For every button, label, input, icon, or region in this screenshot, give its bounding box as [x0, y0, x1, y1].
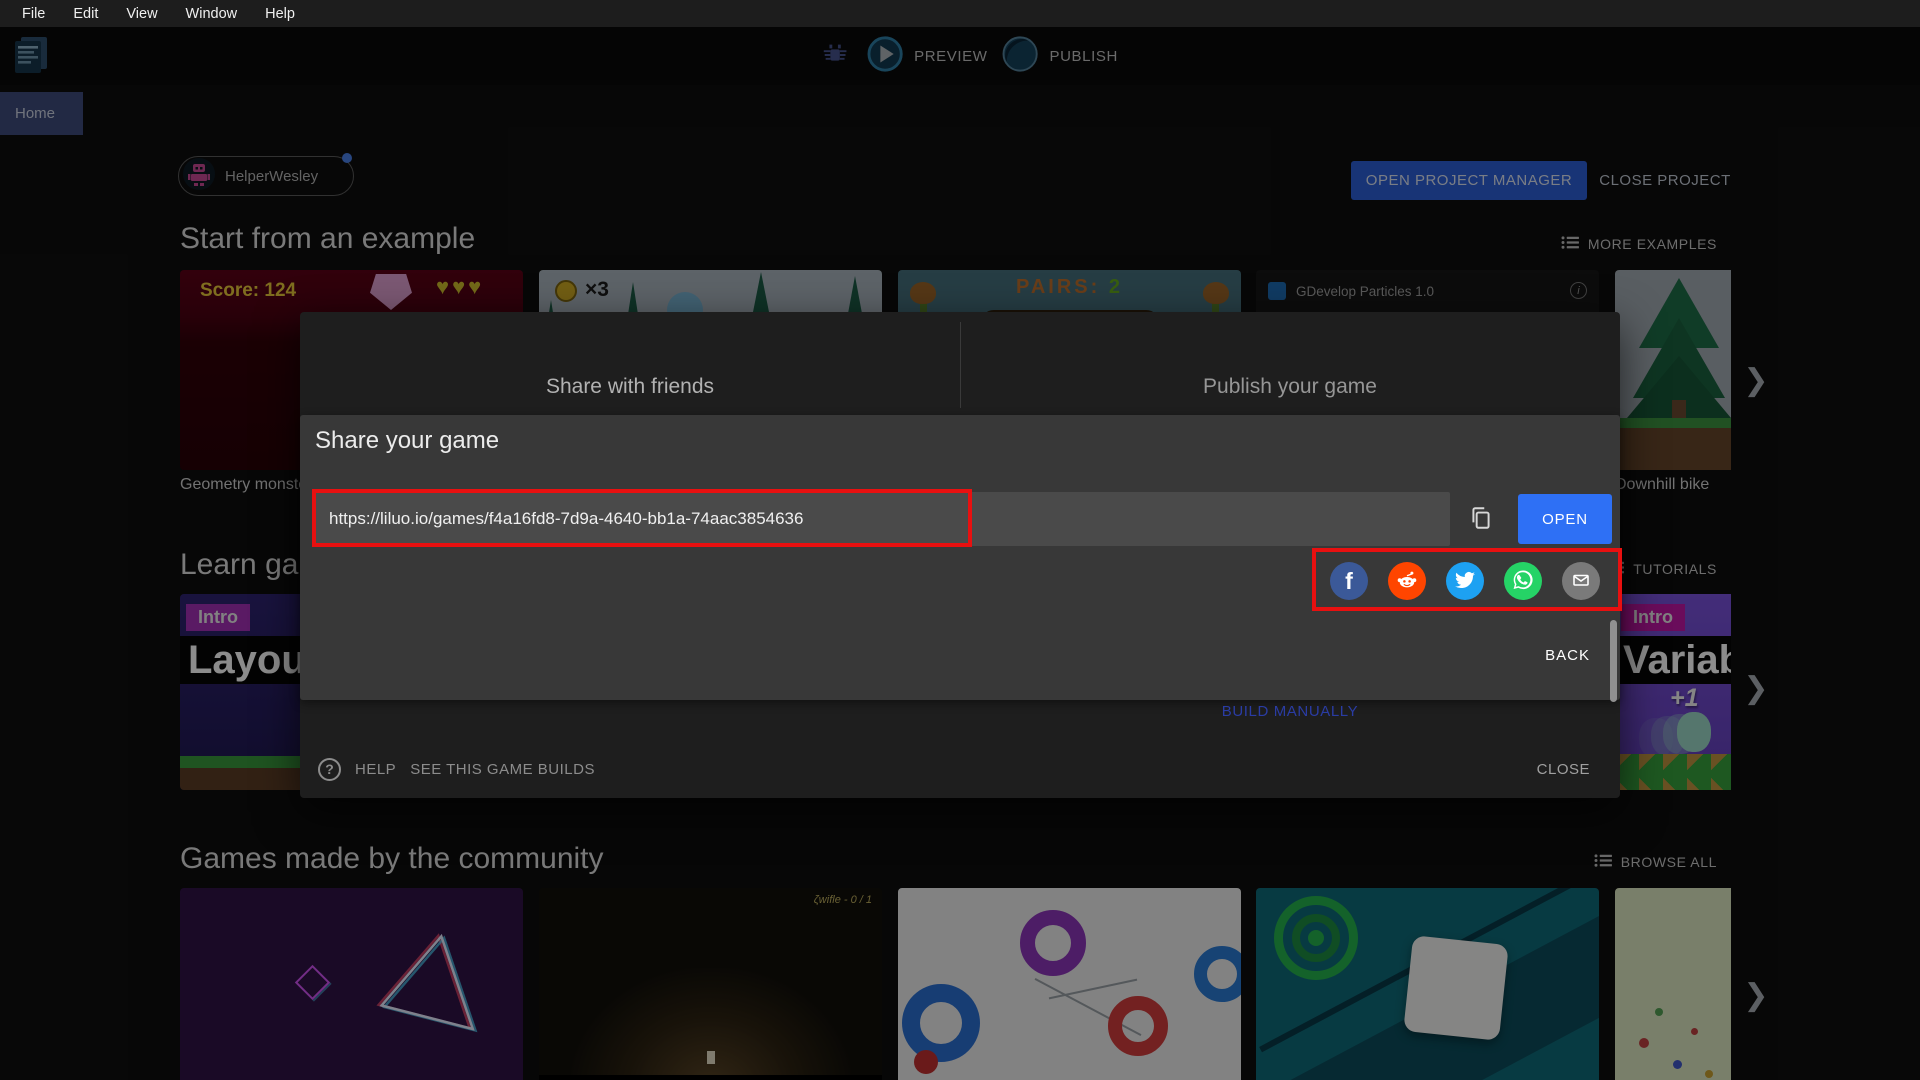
dialog-actions-bar: ? HELP SEE THIS GAME BUILDS CLOSE — [300, 740, 1620, 798]
copy-icon — [1468, 505, 1494, 534]
back-button[interactable]: BACK — [1545, 647, 1590, 664]
twitter-share-button[interactable] — [1446, 562, 1484, 600]
social-share-row: f — [1330, 562, 1600, 600]
help-icon: ? — [318, 757, 341, 781]
menu-view[interactable]: View — [112, 6, 171, 22]
close-dialog-button[interactable]: CLOSE — [1537, 761, 1590, 778]
see-game-builds-button[interactable]: SEE THIS GAME BUILDS — [410, 761, 595, 778]
facebook-share-button[interactable]: f — [1330, 562, 1368, 600]
menubar: File Edit View Window Help — [0, 0, 1920, 27]
whatsapp-icon — [1511, 568, 1535, 595]
share-panel: Share your game OPEN f — [300, 415, 1620, 700]
tab-share-with-friends[interactable]: Share with friends — [300, 312, 960, 415]
dialog-scrollbar-thumb[interactable] — [1610, 620, 1617, 702]
reddit-icon — [1395, 568, 1419, 595]
tab-publish-your-game[interactable]: Publish your game — [960, 312, 1620, 415]
email-share-button[interactable] — [1562, 562, 1600, 600]
whatsapp-share-button[interactable] — [1504, 562, 1542, 600]
menu-edit[interactable]: Edit — [59, 6, 112, 22]
open-game-button[interactable]: OPEN — [1518, 494, 1612, 544]
menu-file[interactable]: File — [8, 6, 59, 22]
help-button[interactable]: HELP — [355, 761, 396, 778]
share-panel-title: Share your game — [315, 427, 500, 454]
share-dialog: Share with friends Publish your game Sha… — [300, 312, 1620, 798]
email-icon — [1569, 568, 1593, 595]
menu-window[interactable]: Window — [172, 6, 252, 22]
reddit-share-button[interactable] — [1388, 562, 1426, 600]
tab-divider — [960, 322, 961, 408]
facebook-icon: f — [1345, 567, 1353, 594]
twitter-icon — [1453, 568, 1477, 595]
copy-url-button[interactable] — [1458, 496, 1504, 542]
menu-help[interactable]: Help — [251, 6, 309, 22]
game-url-input[interactable] — [315, 492, 1450, 546]
build-manually-button[interactable]: BUILD MANUALLY — [960, 703, 1620, 720]
